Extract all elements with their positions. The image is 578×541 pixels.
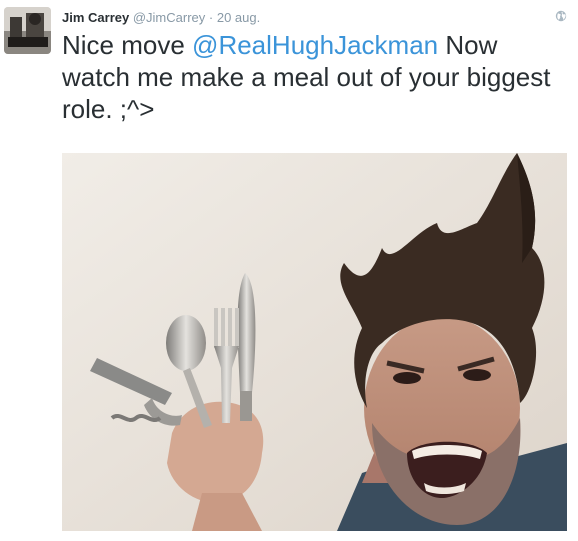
tweet-timestamp[interactable]: 20 aug. <box>217 10 260 25</box>
tweet-photo[interactable] <box>62 153 567 531</box>
tweet-header: Jim Carrey @JimCarrey · 20 aug. <box>62 10 260 26</box>
photo-illustration <box>62 153 567 531</box>
globe-icon[interactable] <box>555 10 567 22</box>
tweet-text: Nice move @RealHughJackman Now watch me … <box>62 29 567 125</box>
avatar[interactable] <box>4 7 51 54</box>
author-name[interactable]: Jim Carrey <box>62 10 129 25</box>
meta-separator: · <box>208 10 214 25</box>
avatar-image <box>4 7 51 54</box>
tweet-text-part: Nice move <box>62 30 193 60</box>
mention-link[interactable]: @RealHughJackman <box>192 30 438 60</box>
author-handle[interactable]: @JimCarrey <box>133 10 205 25</box>
